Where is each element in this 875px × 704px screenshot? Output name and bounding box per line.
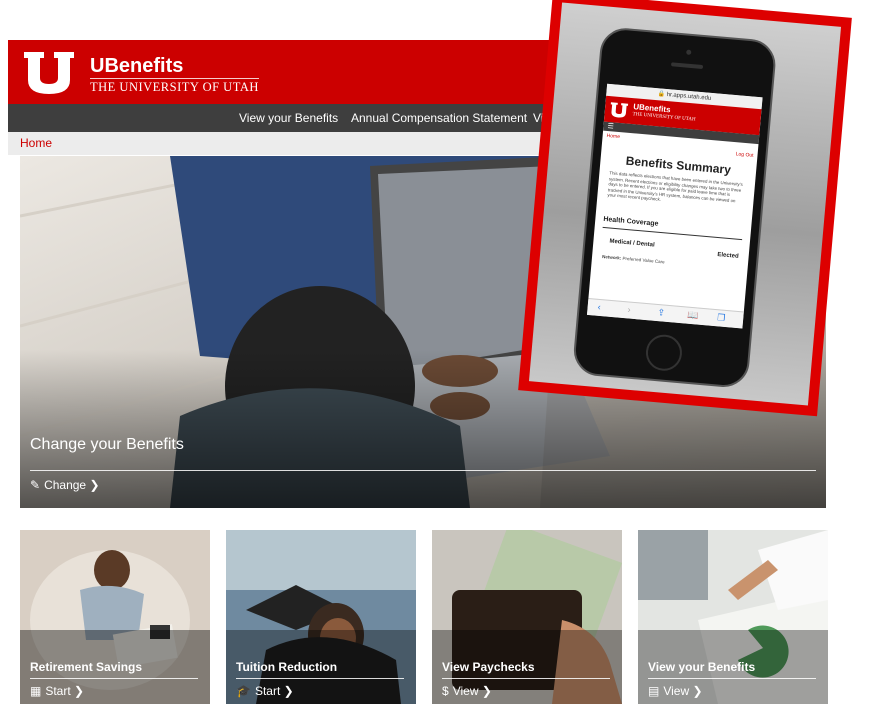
tile-retirement-savings[interactable]: Retirement Savings ▦ Start ❯ (20, 530, 210, 704)
phone-breadcrumb-home[interactable]: Home (606, 133, 620, 140)
graduation-cap-icon: 🎓 (236, 684, 251, 698)
mobile-preview-card: 🔒 hr.apps.utah.edu UBenefits THE UNIVERS… (518, 0, 852, 417)
dollar-icon: $ (442, 684, 449, 698)
tile-divider (648, 678, 816, 679)
forward-arrow-icon[interactable]: › (627, 304, 631, 314)
share-icon[interactable]: ⇪ (657, 307, 665, 319)
nav-annual-compensation-statement[interactable]: Annual Compensation Statement (351, 104, 527, 132)
phone-row-status: Elected (717, 252, 739, 260)
tile-start-link[interactable]: ▦ Start ❯ (30, 684, 84, 698)
tile-link-label: Start (254, 684, 281, 698)
bookmarks-icon[interactable]: 📖 (687, 310, 699, 322)
tabs-icon[interactable]: ❐ (717, 312, 726, 324)
chevron-right-icon: ❯ (74, 684, 85, 698)
edit-icon: ✎ (30, 478, 41, 492)
hamburger-menu-icon[interactable]: ☰ (607, 123, 614, 131)
tile-link-label: Start (45, 684, 71, 698)
speaker-icon (670, 62, 704, 70)
chevron-right-icon: ❯ (692, 684, 703, 698)
hero-divider (30, 470, 816, 471)
phone-browser-toolbar: ‹ › ⇪ 📖 ❐ (586, 297, 744, 329)
tile-divider (30, 678, 198, 679)
phone-row-label: Medical / Dental (609, 238, 655, 249)
chevron-right-icon: ❯ (283, 684, 294, 698)
chevron-right-icon: ❯ (481, 684, 492, 698)
phone-section-divider (602, 226, 743, 241)
hero-link-label: Change (44, 478, 87, 492)
phone-network-value: Preferred Value Care (622, 255, 665, 265)
phone-section-title: Health Coverage (603, 215, 659, 228)
phone-network-label: Network: (601, 253, 622, 261)
hero-title: Change your Benefits (30, 436, 184, 453)
tile-title: View Paychecks (442, 660, 535, 674)
lock-icon: 🔒 (657, 91, 666, 98)
back-arrow-icon[interactable]: ‹ (597, 302, 601, 312)
calendar-icon: ▦ (30, 684, 42, 698)
tile-divider (442, 678, 610, 679)
tile-title: Tuition Reduction (236, 660, 338, 674)
phone-network-row: Network: Preferred Value Care (602, 254, 665, 264)
tile-view-link[interactable]: $ View ❯ (442, 684, 492, 698)
tile-view-link[interactable]: ▤ View ❯ (648, 684, 703, 698)
tile-view-paychecks[interactable]: View Paychecks $ View ❯ (432, 530, 622, 704)
brand-title: UBenefits (90, 55, 184, 77)
tile-title: View your Benefits (648, 660, 756, 674)
nav-view-your-benefits[interactable]: View your Benefits (239, 104, 338, 132)
tile-divider (236, 678, 404, 679)
home-button-icon[interactable] (644, 333, 684, 373)
breadcrumb-home[interactable]: Home (20, 136, 52, 150)
tile-start-link[interactable]: 🎓 Start ❯ (236, 684, 294, 698)
phone-screen: 🔒 hr.apps.utah.edu UBenefits THE UNIVERS… (586, 83, 763, 329)
tile-link-label: View (663, 684, 690, 698)
hero-change-link[interactable]: ✎ Change ❯ (30, 478, 100, 492)
tile-tuition-reduction[interactable]: Tuition Reduction 🎓 Start ❯ (226, 530, 416, 704)
phone-url: hr.apps.utah.edu (666, 91, 712, 102)
camera-icon (686, 49, 692, 55)
brand-subtitle: THE UNIVERSITY OF UTAH (90, 78, 259, 94)
phone-u-logo (610, 102, 629, 118)
university-u-logo[interactable] (20, 48, 78, 96)
tile-link-label: View (452, 684, 479, 698)
tile-title: Retirement Savings (30, 660, 143, 674)
tile-view-your-benefits[interactable]: View your Benefits ▤ View ❯ (638, 530, 828, 704)
chevron-right-icon: ❯ (89, 478, 100, 492)
phone-logout-link[interactable]: Log Out (735, 151, 753, 159)
brand[interactable]: UBenefits THE UNIVERSITY OF UTAH (90, 55, 259, 95)
list-icon: ▤ (648, 684, 660, 698)
smartphone: 🔒 hr.apps.utah.edu UBenefits THE UNIVERS… (571, 26, 778, 390)
